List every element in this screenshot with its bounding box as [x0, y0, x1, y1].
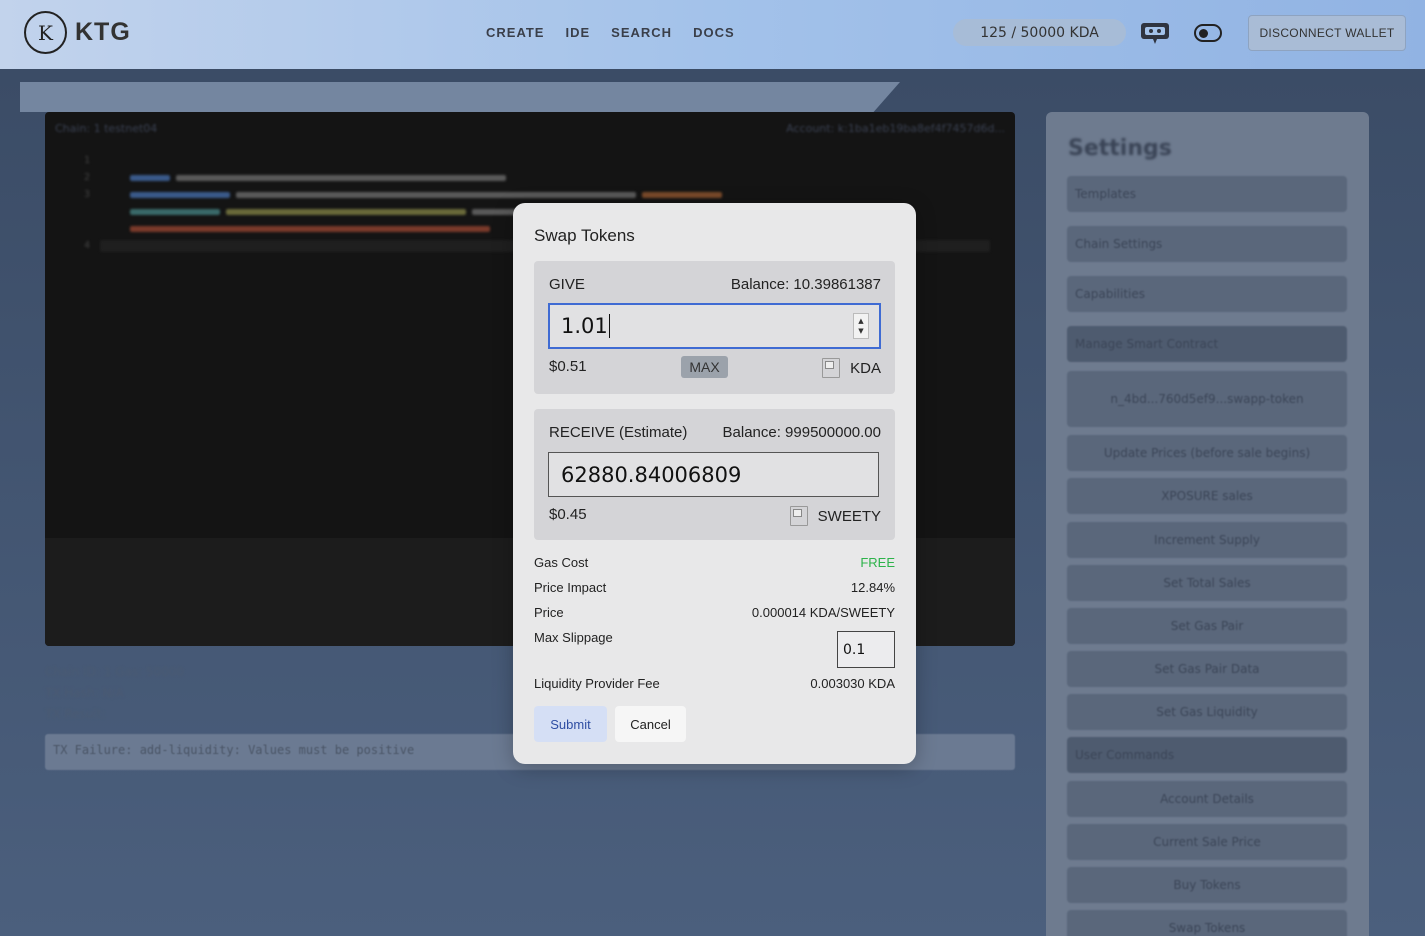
give-token-symbol: KDA: [850, 359, 881, 377]
swap-tokens-modal: Swap Tokens GIVE Balance: 10.39861387 1.…: [513, 203, 916, 764]
give-panel: GIVE Balance: 10.39861387 1.01 ▲ ▼ $0.51 …: [534, 261, 895, 394]
logo[interactable]: K KTG: [24, 11, 131, 54]
settings-gas-pair-data[interactable]: Set Gas Pair Data: [1067, 651, 1347, 687]
sweety-token-icon: [789, 506, 808, 526]
text-caret: [608, 314, 610, 338]
max-slippage-label: Max Slippage: [534, 630, 613, 645]
kda-usage-badge: 125 / 50000 KDA: [953, 19, 1126, 46]
price-impact-value: 12.84%: [850, 580, 895, 595]
gas-cost-row: Gas Cost FREE: [534, 555, 895, 570]
receive-label: RECEIVE (Estimate): [549, 424, 688, 441]
settings-xposure-sales[interactable]: XPOSURE sales: [1067, 478, 1347, 514]
settings-gas-pair[interactable]: Set Gas Pair: [1067, 608, 1347, 644]
code-line: 1: [83, 155, 90, 166]
settings-swap-tokens[interactable]: Swap Tokens: [1067, 910, 1347, 936]
tx-status: Chain ID: 1 Gas: 50000 TX Hash: N/A TX R…: [45, 662, 184, 725]
max-slippage-row: Max Slippage: [534, 630, 814, 645]
settings-total-sales[interactable]: Set Total Sales: [1067, 565, 1347, 601]
editor-header: Chain: 1 testnet04 Account: k:1ba1eb19ba…: [45, 112, 1015, 146]
top-header: K KTG CREATE IDE SEARCH DOCS 125 / 50000…: [0, 0, 1425, 69]
logo-mark-icon: K: [24, 11, 67, 54]
price-impact-row: Price Impact 12.84%: [534, 580, 895, 595]
disconnect-wallet-button[interactable]: DISCONNECT WALLET: [1248, 15, 1406, 51]
give-amount-value: 1.01: [561, 314, 608, 338]
theme-toggle-icon[interactable]: [1194, 24, 1222, 42]
tx-chain-gas: Chain ID: 1 Gas: 50000: [45, 665, 185, 679]
settings-increment-supply[interactable]: Increment Supply: [1067, 522, 1347, 558]
settings-buy-tokens[interactable]: Buy Tokens: [1067, 867, 1347, 903]
receive-panel: RECEIVE (Estimate) Balance: 999500000.00…: [534, 409, 895, 540]
settings-panel: Settings Templates Chain Settings Capabi…: [1046, 112, 1369, 936]
spinner-down-icon[interactable]: ▼: [858, 326, 863, 336]
modal-title: Swap Tokens: [534, 226, 635, 245]
give-balance: Balance: 10.39861387: [730, 276, 881, 293]
settings-user-commands[interactable]: User Commands: [1067, 737, 1347, 773]
give-label: GIVE: [549, 276, 585, 293]
main-nav: CREATE IDE SEARCH DOCS: [486, 25, 735, 40]
settings-current-sale-price[interactable]: Current Sale Price: [1067, 824, 1347, 860]
settings-capabilities[interactable]: Capabilities: [1067, 276, 1347, 312]
nav-docs[interactable]: DOCS: [693, 25, 735, 40]
code-line: 3: [45, 186, 1015, 203]
receive-token[interactable]: SWEETY: [789, 506, 881, 526]
max-button[interactable]: MAX: [681, 356, 728, 378]
tx-result: TX Result:: [45, 707, 106, 721]
cancel-button[interactable]: Cancel: [615, 706, 686, 742]
submit-button[interactable]: Submit: [534, 706, 607, 742]
lp-fee-row: Liquidity Provider Fee 0.003030 KDA: [534, 676, 895, 691]
settings-manage-contract[interactable]: Manage Smart Contract: [1067, 326, 1347, 362]
receive-amount-field[interactable]: 62880.84006809: [548, 452, 879, 497]
settings-gas-liquidity[interactable]: Set Gas Liquidity: [1067, 694, 1347, 730]
receive-token-symbol: SWEETY: [817, 507, 881, 525]
nav-ide[interactable]: IDE: [565, 25, 590, 40]
nav-search[interactable]: SEARCH: [611, 25, 672, 40]
price-value: 0.000014 KDA/SWEETY: [751, 605, 895, 620]
price-impact-label: Price Impact: [534, 580, 607, 595]
editor-account-info: Account: k:1ba1eb19ba8ef4f7457d6d...: [786, 122, 1005, 135]
tab-strip: [20, 82, 900, 112]
settings-chain[interactable]: Chain Settings: [1067, 226, 1347, 262]
give-usd-value: $0.51: [549, 358, 587, 375]
editor-chain-info: Chain: 1 testnet04: [55, 122, 158, 135]
code-line: 2: [45, 169, 1015, 186]
settings-title: Settings: [1068, 136, 1172, 161]
give-amount-input[interactable]: 1.01 ▲ ▼: [548, 303, 881, 349]
nav-create[interactable]: CREATE: [486, 25, 544, 40]
number-spinner[interactable]: ▲ ▼: [853, 313, 869, 339]
give-token[interactable]: KDA: [822, 358, 881, 378]
lp-fee-value: 0.003030 KDA: [810, 676, 895, 691]
tx-hash: TX Hash: N/A: [45, 686, 124, 700]
receive-balance: Balance: 999500000.00: [722, 424, 881, 441]
price-row: Price 0.000014 KDA/SWEETY: [534, 605, 895, 620]
settings-account-details[interactable]: Account Details: [1067, 781, 1347, 817]
lp-fee-label: Liquidity Provider Fee: [534, 676, 660, 691]
spinner-up-icon[interactable]: ▲: [858, 316, 863, 326]
settings-update-prices[interactable]: Update Prices (before sale begins): [1067, 435, 1347, 471]
receive-amount-value: 62880.84006809: [561, 462, 742, 487]
kda-token-icon: [822, 358, 841, 378]
settings-contract-name[interactable]: n_4bd...760d5ef9...swapp-token: [1067, 371, 1347, 427]
chat-bot-icon[interactable]: [1140, 21, 1170, 45]
logo-text: KTG: [75, 18, 131, 46]
receive-usd-value: $0.45: [549, 506, 587, 523]
settings-templates[interactable]: Templates: [1067, 176, 1347, 212]
gas-cost-label: Gas Cost: [534, 555, 589, 570]
gas-cost-value: FREE: [860, 555, 895, 570]
price-label: Price: [534, 605, 564, 620]
max-slippage-input[interactable]: 0.1: [837, 631, 895, 668]
